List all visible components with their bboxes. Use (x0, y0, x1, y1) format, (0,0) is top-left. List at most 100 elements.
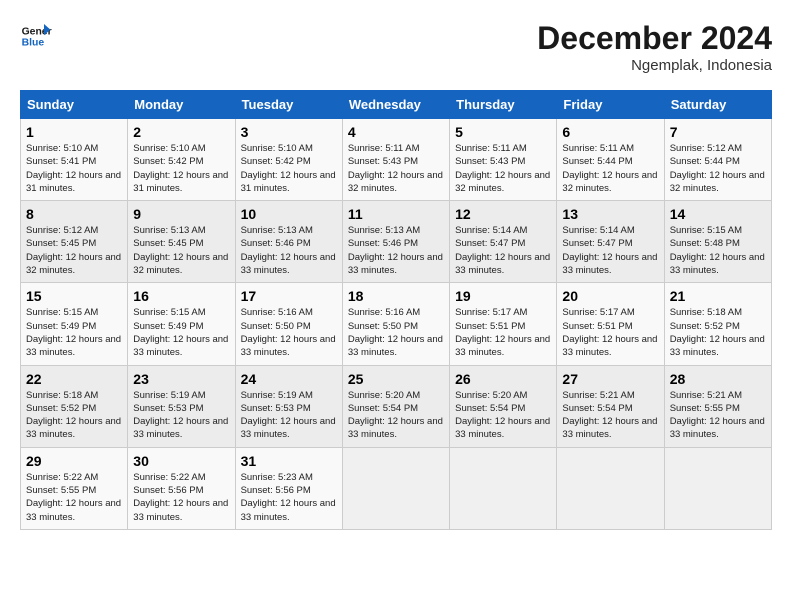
calendar-week-row: 1 Sunrise: 5:10 AM Sunset: 5:41 PM Daylig… (21, 119, 772, 201)
calendar-week-row: 15Sunrise: 5:15 AM Sunset: 5:49 PM Dayli… (21, 283, 772, 365)
day-number: 14 (670, 206, 766, 222)
table-row: 12 Sunrise: 5:14 AM Sunset: 5:47 PM Dayli… (450, 201, 557, 283)
day-detail: Sunrise: 5:10 AM Sunset: 5:41 PM Dayligh… (26, 143, 121, 194)
day-detail: Sunrise: 5:17 AM Sunset: 5:51 PM Dayligh… (455, 307, 550, 358)
day-number: 3 (241, 124, 337, 140)
day-number: 17 (241, 288, 337, 304)
table-row: 29 Sunrise: 5:22 AM Sunset: 5:55 PM Dayli… (21, 447, 128, 529)
day-detail: Sunrise: 5:12 AM Sunset: 5:44 PM Dayligh… (670, 143, 765, 194)
day-number: 7 (670, 124, 766, 140)
day-number: 27 (562, 371, 658, 387)
table-row: 8 Sunrise: 5:12 AM Sunset: 5:45 PM Daylig… (21, 201, 128, 283)
day-number: 13 (562, 206, 658, 222)
day-detail: Sunrise: 5:21 AM Sunset: 5:54 PM Dayligh… (562, 390, 657, 441)
day-detail: Sunrise: 5:15 AM Sunset: 5:48 PM Dayligh… (670, 225, 765, 276)
table-row: 17Sunrise: 5:16 AM Sunset: 5:50 PM Dayli… (235, 283, 342, 365)
table-row: 25Sunrise: 5:20 AM Sunset: 5:54 PM Dayli… (342, 365, 449, 447)
col-tuesday: Tuesday (235, 91, 342, 119)
table-row: 11 Sunrise: 5:13 AM Sunset: 5:46 PM Dayli… (342, 201, 449, 283)
day-detail: Sunrise: 5:20 AM Sunset: 5:54 PM Dayligh… (455, 390, 550, 441)
table-row: 1 Sunrise: 5:10 AM Sunset: 5:41 PM Daylig… (21, 119, 128, 201)
table-row: 4 Sunrise: 5:11 AM Sunset: 5:43 PM Daylig… (342, 119, 449, 201)
day-detail: Sunrise: 5:12 AM Sunset: 5:45 PM Dayligh… (26, 225, 121, 276)
day-number: 16 (133, 288, 229, 304)
table-row: 24 Sunrise: 5:19 AM Sunset: 5:53 PM Dayli… (235, 365, 342, 447)
day-number: 8 (26, 206, 122, 222)
calendar-header-row: Sunday Monday Tuesday Wednesday Thursday… (21, 91, 772, 119)
day-detail: Sunrise: 5:14 AM Sunset: 5:47 PM Dayligh… (562, 225, 657, 276)
day-number: 22 (26, 371, 122, 387)
day-detail: Sunrise: 5:19 AM Sunset: 5:53 PM Dayligh… (133, 390, 228, 441)
day-number: 10 (241, 206, 337, 222)
day-detail: Sunrise: 5:19 AM Sunset: 5:53 PM Dayligh… (241, 390, 336, 441)
col-monday: Monday (128, 91, 235, 119)
calendar-week-row: 29 Sunrise: 5:22 AM Sunset: 5:55 PM Dayli… (21, 447, 772, 529)
day-detail: Sunrise: 5:18 AM Sunset: 5:52 PM Dayligh… (26, 390, 121, 441)
day-detail: Sunrise: 5:11 AM Sunset: 5:43 PM Dayligh… (348, 143, 443, 194)
day-number: 1 (26, 124, 122, 140)
day-detail: Sunrise: 5:14 AM Sunset: 5:47 PM Dayligh… (455, 225, 550, 276)
day-detail: Sunrise: 5:15 AM Sunset: 5:49 PM Dayligh… (133, 307, 228, 358)
table-row (342, 447, 449, 529)
table-row: 19 Sunrise: 5:17 AM Sunset: 5:51 PM Dayli… (450, 283, 557, 365)
day-number: 25 (348, 371, 444, 387)
page-title: December 2024 (537, 20, 772, 57)
day-detail: Sunrise: 5:22 AM Sunset: 5:56 PM Dayligh… (133, 472, 228, 523)
day-number: 20 (562, 288, 658, 304)
table-row: 20Sunrise: 5:17 AM Sunset: 5:51 PM Dayli… (557, 283, 664, 365)
day-number: 2 (133, 124, 229, 140)
calendar-table: Sunday Monday Tuesday Wednesday Thursday… (20, 90, 772, 530)
table-row: 18Sunrise: 5:16 AM Sunset: 5:50 PM Dayli… (342, 283, 449, 365)
day-number: 29 (26, 453, 122, 469)
day-number: 28 (670, 371, 766, 387)
table-row: 5Sunrise: 5:11 AM Sunset: 5:43 PM Daylig… (450, 119, 557, 201)
day-number: 9 (133, 206, 229, 222)
day-number: 11 (348, 206, 444, 222)
table-row: 22 Sunrise: 5:18 AM Sunset: 5:52 PM Dayli… (21, 365, 128, 447)
table-row: 6Sunrise: 5:11 AM Sunset: 5:44 PM Daylig… (557, 119, 664, 201)
day-number: 24 (241, 371, 337, 387)
calendar-week-row: 8 Sunrise: 5:12 AM Sunset: 5:45 PM Daylig… (21, 201, 772, 283)
calendar-body: 1 Sunrise: 5:10 AM Sunset: 5:41 PM Daylig… (21, 119, 772, 530)
table-row (664, 447, 771, 529)
table-row (450, 447, 557, 529)
table-row: 31Sunrise: 5:23 AM Sunset: 5:56 PM Dayli… (235, 447, 342, 529)
day-number: 19 (455, 288, 551, 304)
day-detail: Sunrise: 5:10 AM Sunset: 5:42 PM Dayligh… (133, 143, 228, 194)
table-row: 2 Sunrise: 5:10 AM Sunset: 5:42 PM Daylig… (128, 119, 235, 201)
day-detail: Sunrise: 5:13 AM Sunset: 5:46 PM Dayligh… (348, 225, 443, 276)
day-detail: Sunrise: 5:16 AM Sunset: 5:50 PM Dayligh… (348, 307, 443, 358)
day-detail: Sunrise: 5:13 AM Sunset: 5:46 PM Dayligh… (241, 225, 336, 276)
table-row: 9 Sunrise: 5:13 AM Sunset: 5:45 PM Daylig… (128, 201, 235, 283)
col-thursday: Thursday (450, 91, 557, 119)
col-wednesday: Wednesday (342, 91, 449, 119)
logo: General Blue (20, 20, 52, 52)
col-sunday: Sunday (21, 91, 128, 119)
day-detail: Sunrise: 5:11 AM Sunset: 5:43 PM Dayligh… (455, 143, 550, 194)
table-row: 16 Sunrise: 5:15 AM Sunset: 5:49 PM Dayli… (128, 283, 235, 365)
day-number: 4 (348, 124, 444, 140)
day-number: 12 (455, 206, 551, 222)
table-row: 3 Sunrise: 5:10 AM Sunset: 5:42 PM Daylig… (235, 119, 342, 201)
day-detail: Sunrise: 5:18 AM Sunset: 5:52 PM Dayligh… (670, 307, 765, 358)
page-subtitle: Ngemplak, Indonesia (537, 57, 772, 74)
table-row: 28 Sunrise: 5:21 AM Sunset: 5:55 PM Dayli… (664, 365, 771, 447)
day-number: 30 (133, 453, 229, 469)
table-row: 10 Sunrise: 5:13 AM Sunset: 5:46 PM Dayli… (235, 201, 342, 283)
day-detail: Sunrise: 5:22 AM Sunset: 5:55 PM Dayligh… (26, 472, 121, 523)
title-block: December 2024 Ngemplak, Indonesia (537, 20, 772, 74)
day-detail: Sunrise: 5:21 AM Sunset: 5:55 PM Dayligh… (670, 390, 765, 441)
day-detail: Sunrise: 5:15 AM Sunset: 5:49 PM Dayligh… (26, 307, 121, 358)
table-row (557, 447, 664, 529)
day-number: 6 (562, 124, 658, 140)
calendar-week-row: 22 Sunrise: 5:18 AM Sunset: 5:52 PM Dayli… (21, 365, 772, 447)
table-row: 26 Sunrise: 5:20 AM Sunset: 5:54 PM Dayli… (450, 365, 557, 447)
day-number: 21 (670, 288, 766, 304)
table-row: 14 Sunrise: 5:15 AM Sunset: 5:48 PM Dayli… (664, 201, 771, 283)
day-detail: Sunrise: 5:10 AM Sunset: 5:42 PM Dayligh… (241, 143, 336, 194)
table-row: 23Sunrise: 5:19 AM Sunset: 5:53 PM Dayli… (128, 365, 235, 447)
col-saturday: Saturday (664, 91, 771, 119)
day-detail: Sunrise: 5:13 AM Sunset: 5:45 PM Dayligh… (133, 225, 228, 276)
day-number: 26 (455, 371, 551, 387)
day-detail: Sunrise: 5:23 AM Sunset: 5:56 PM Dayligh… (241, 472, 336, 523)
